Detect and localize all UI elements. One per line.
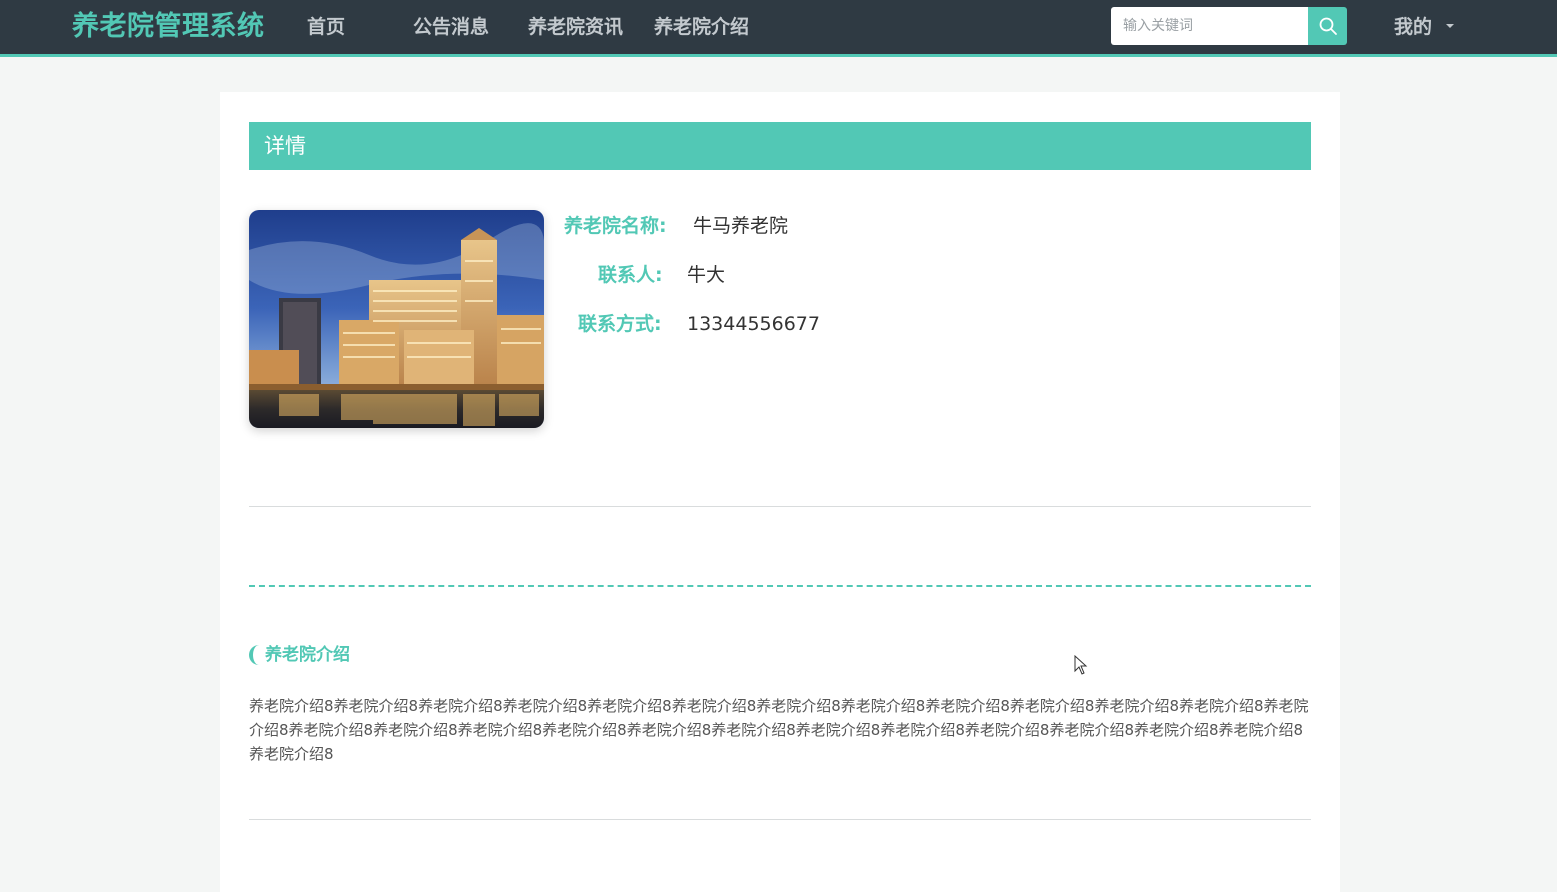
field-value-name: 牛马养老院 (693, 215, 789, 237)
user-menu-label: 我的 (1394, 16, 1433, 38)
top-navbar: 养老院管理系统 首页 公告消息 养老院资讯 养老院介绍 我的 (0, 0, 1557, 57)
intro-body-text: 养老院介绍8养老院介绍8养老院介绍8养老院介绍8养老院介绍8养老院介绍8养老院介… (249, 697, 1309, 763)
search-icon (1319, 17, 1337, 35)
detail-header: 详情 (249, 122, 1311, 170)
brand-title[interactable]: 养老院管理系统 (72, 10, 265, 44)
divider-bottom (249, 819, 1311, 820)
nav-item-home[interactable]: 首页 (307, 14, 345, 40)
field-label-contact: 联系人: (598, 264, 663, 286)
search-input[interactable] (1111, 7, 1308, 45)
nav-item-introduction[interactable]: 养老院介绍 (654, 14, 749, 40)
user-menu[interactable]: 我的 (1394, 14, 1455, 40)
field-label-phone: 联系方式: (578, 313, 662, 335)
nursing-home-photo (249, 210, 544, 428)
intro-section-title: 养老院介绍 (249, 642, 350, 668)
mouse-cursor-icon (1074, 655, 1088, 675)
dashed-divider (249, 585, 1311, 587)
nav-item-news[interactable]: 养老院资讯 (528, 14, 623, 40)
search-bar (1111, 7, 1347, 45)
detail-header-title: 详情 (264, 134, 306, 158)
field-value-phone: 13344556677 (687, 313, 820, 335)
divider-top (249, 506, 1311, 507)
nav-item-announcements[interactable]: 公告消息 (413, 14, 489, 40)
intro-title-text: 养老院介绍 (265, 645, 350, 665)
caret-down-icon (1446, 23, 1455, 28)
detail-card: 详情 养老院名称: 牛马养老院 联系人: 牛大 联系方式: 1334455667… (220, 92, 1340, 892)
search-button[interactable] (1308, 7, 1347, 45)
field-value-contact: 牛大 (687, 264, 726, 286)
building-image (249, 210, 544, 428)
bracket-icon (249, 645, 259, 665)
field-label-name: 养老院名称: (564, 215, 667, 237)
